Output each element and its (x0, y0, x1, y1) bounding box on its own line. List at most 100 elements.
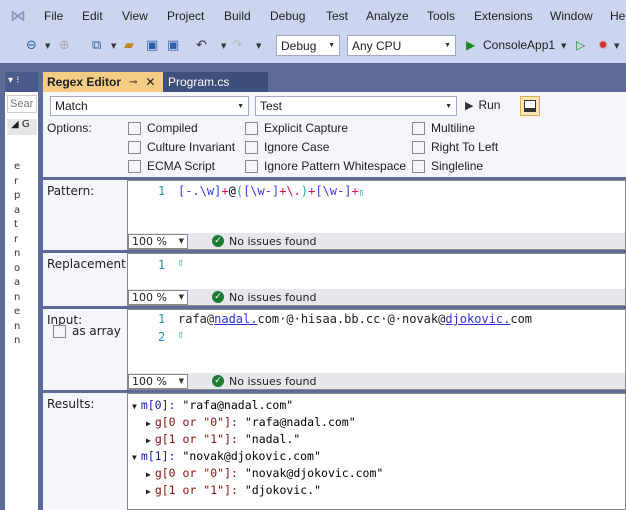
checkbox[interactable] (412, 159, 425, 173)
back-dropdown-icon[interactable]: ▼ (45, 42, 50, 50)
new-project-dropdown-icon[interactable]: ▼ (111, 42, 116, 50)
checkbox[interactable] (412, 140, 425, 154)
checkbox[interactable] (128, 140, 141, 154)
result-key: g[0 or "0"] (154, 415, 231, 429)
start-without-debug-icon[interactable]: ▷ (576, 38, 585, 52)
close-icon[interactable]: ✕ (145, 75, 155, 89)
undo-icon[interactable]: ↶ (196, 38, 207, 53)
start-button[interactable]: ConsoleApp1 (483, 38, 555, 52)
save-all-icon[interactable]: ▣ (167, 38, 179, 53)
option-multiline[interactable]: Multiline (412, 121, 475, 135)
menu-debug[interactable]: Debug (270, 9, 305, 23)
side-panel-letter: n (14, 335, 21, 346)
expand-icon[interactable]: ▼ (132, 453, 137, 462)
expand-icon[interactable]: ▶ (146, 470, 151, 479)
tab-label: Regex Editor (47, 75, 122, 89)
menu-view[interactable]: View (122, 9, 148, 23)
pattern-token: [-.\w] (178, 184, 222, 198)
zoom-dropdown[interactable]: 100 % ▼ (128, 289, 188, 305)
run-icon: ▶ (465, 99, 474, 112)
start-icon[interactable]: ▶ (466, 38, 475, 52)
expand-icon[interactable]: ▶ (146, 487, 151, 496)
pattern-editor[interactable]: 1 [-.\w]+@([\w-]+\.)+[\w-]+▯ 100 % ▼ ✓ No … (127, 180, 626, 250)
option-singleline[interactable]: Singleline (412, 159, 483, 173)
save-icon[interactable]: ▣ (146, 38, 158, 53)
option-ecma-script[interactable]: ECMA Script (128, 159, 215, 173)
checkbox[interactable] (412, 121, 425, 135)
result-colon: : (231, 415, 245, 429)
pattern-label: Pattern: (47, 184, 95, 198)
checkbox[interactable] (128, 159, 141, 173)
option-label: ECMA Script (147, 159, 216, 173)
config-dropdown[interactable]: Debug ▼ (276, 35, 340, 56)
tab-program-cs[interactable]: Program.cs (163, 72, 268, 92)
undo-dropdown-icon[interactable]: ▼ (221, 42, 226, 50)
menu-analyze[interactable]: Analyze (366, 9, 409, 23)
result-row[interactable]: ▶ g[1 or "1"]: "nadal." (146, 432, 300, 446)
tab-regex-editor[interactable]: Regex Editor ⊸ ✕ (43, 72, 163, 92)
menu-extensions[interactable]: Extensions (474, 9, 533, 23)
side-panel-letter: n (14, 291, 21, 303)
checkbox[interactable] (245, 121, 258, 135)
input-editor[interactable]: 1 rafa@nadal.com·@·hisaa.bb.cc·@·novak@d… (127, 309, 626, 390)
pattern-token: ( (235, 184, 244, 198)
checkbox[interactable] (245, 159, 258, 173)
hot-reload-dropdown-icon[interactable]: ▼ (614, 42, 619, 50)
zoom-dropdown[interactable]: 100 % ▼ (128, 233, 188, 249)
result-value: "novak@djokovic.com" (182, 449, 321, 463)
option-right-to-left[interactable]: Right To Left (412, 140, 498, 154)
checkbox[interactable] (245, 140, 258, 154)
expand-icon[interactable]: ▶ (146, 436, 151, 445)
menu-edit[interactable]: Edit (82, 9, 103, 23)
tree-root-item[interactable]: ◢ G (7, 119, 37, 135)
run-button[interactable]: ▶ Run (465, 98, 500, 112)
result-row[interactable]: ▼ m[0]: "rafa@nadal.com" (132, 398, 293, 412)
side-search-input[interactable] (7, 95, 37, 113)
option-ignore-pattern-whitespace[interactable]: Ignore Pattern Whitespace (245, 159, 406, 173)
option-compiled[interactable]: Compiled (128, 121, 198, 135)
target-dropdown[interactable]: Test ▼ (255, 96, 457, 116)
new-project-icon[interactable]: ⧉ (92, 38, 101, 53)
side-panel-letter: e (14, 306, 21, 317)
result-row[interactable]: ▶ g[1 or "1"]: "djokovic." (146, 483, 321, 497)
mode-dropdown[interactable]: Match ▼ (50, 96, 249, 116)
result-row[interactable]: ▶ g[0 or "0"]: "novak@djokovic.com" (146, 466, 383, 480)
checkbox[interactable] (53, 324, 66, 338)
checkbox[interactable] (128, 121, 141, 135)
result-row[interactable]: ▼ m[1]: "novak@djokovic.com" (132, 449, 321, 463)
menu-project[interactable]: Project (167, 9, 204, 23)
replacement-editor[interactable]: 1 ▯ 100 % ▼ ✓ No issues found (127, 253, 626, 306)
line-number: 2 (158, 330, 166, 344)
platform-dropdown[interactable]: Any CPU ▼ (347, 35, 456, 56)
option-ignore-case[interactable]: Ignore Case (245, 140, 329, 154)
menu-window[interactable]: Window (550, 9, 593, 23)
input-status-bar: 100 % ▼ ✓ No issues found (128, 373, 625, 389)
expand-icon[interactable]: ▶ (146, 419, 151, 428)
menu-test[interactable]: Test (326, 9, 348, 23)
open-folder-icon[interactable]: ▰ (124, 38, 134, 53)
pattern-token: + (221, 184, 229, 198)
side-panel-letter: r (14, 175, 19, 187)
menu-file[interactable]: File (44, 9, 63, 23)
back-icon[interactable]: ⊖ (26, 38, 37, 53)
replacement-section: Replacement: 1 ▯ 100 % ▼ ✓ No issues found (43, 253, 626, 306)
option-culture-invariant[interactable]: Culture Invariant (128, 140, 235, 154)
result-row[interactable]: ▶ g[0 or "0"]: "rafa@nadal.com" (146, 415, 356, 429)
pattern-token: [\w-] (243, 184, 280, 198)
expand-icon[interactable]: ▼ (132, 402, 137, 411)
forward-icon[interactable]: ⊕ (59, 38, 70, 53)
results-tree[interactable]: ▼ m[0]: "rafa@nadal.com" ▶ g[0 or "0"]: "ra… (127, 393, 626, 510)
option-explicit-capture[interactable]: Explicit Capture (245, 121, 348, 135)
menu-build[interactable]: Build (224, 9, 251, 23)
redo-icon[interactable]: ↷ (232, 38, 243, 53)
menu-tools[interactable]: Tools (427, 9, 455, 23)
result-value: "djokovic." (244, 483, 322, 497)
redo-dropdown-icon[interactable]: ▼ (256, 42, 261, 50)
start-dropdown-icon[interactable]: ▼ (561, 42, 566, 50)
as-array-checkbox[interactable]: as array (53, 324, 121, 338)
zoom-dropdown[interactable]: 100 % ▼ (128, 373, 188, 389)
toggle-layout-button[interactable] (520, 96, 540, 116)
hot-reload-icon[interactable]: ✹ (598, 38, 608, 52)
menu-he[interactable]: He (610, 9, 625, 23)
pin-icon[interactable]: ⊸ (129, 77, 137, 88)
